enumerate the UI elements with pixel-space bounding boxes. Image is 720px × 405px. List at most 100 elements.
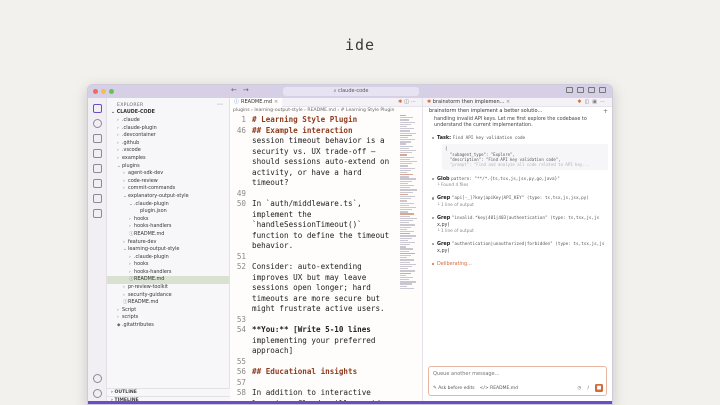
- remote-explorer-icon[interactable]: [92, 179, 102, 188]
- tool-step[interactable]: Grep "api[-_]?key|apiKey|API_KEY" (type:…: [423, 195, 612, 209]
- stop-button[interactable]: ■: [595, 384, 603, 392]
- extensions-icon[interactable]: [92, 164, 102, 173]
- tree-item[interactable]: › hooks-handlers: [107, 223, 229, 231]
- tool-step[interactable]: Glob pattern: "**/*.{ts,tsx,js,jsx,py,go…: [423, 176, 612, 190]
- tool-step[interactable]: Grep "authentication|unauthorized|forbid…: [423, 241, 612, 255]
- source-control-icon[interactable]: [92, 134, 102, 143]
- edit-mode-label: Ask before edits: [438, 385, 475, 391]
- tree-item-label: hooks: [134, 261, 149, 268]
- explorer-icon[interactable]: [92, 104, 102, 113]
- tool-step[interactable]: Grep "invalid.*key|401|403|authenticatio…: [423, 215, 612, 235]
- tree-item[interactable]: › Script: [107, 307, 229, 315]
- close-window-button[interactable]: [93, 89, 98, 94]
- tree-item[interactable]: ⌄.claude-plugin: [107, 201, 229, 209]
- minimap-line: [400, 125, 408, 128]
- accounts-icon[interactable]: [93, 374, 102, 383]
- status-dot: [432, 177, 435, 181]
- line-content: session timeout behavior is a: [252, 136, 385, 145]
- tree-item[interactable]: › .vscode: [107, 147, 229, 155]
- run-debug-icon[interactable]: [92, 149, 102, 158]
- tree-item[interactable]: ◆ .gitattributes: [107, 322, 229, 330]
- breadcrumb[interactable]: plugins › learning-output-style › README…: [230, 107, 422, 115]
- back-arrow-icon[interactable]: ←: [231, 86, 237, 94]
- tree-item[interactable]: › .claude-plugin: [107, 125, 229, 133]
- maximize-window-button[interactable]: [109, 89, 114, 94]
- toggle-secondary-sidebar-icon[interactable]: [588, 87, 595, 93]
- line-number: [230, 283, 252, 294]
- tree-item[interactable]: › feature-dev: [107, 239, 229, 247]
- tree-item[interactable]: ⓘREADME.md: [107, 276, 229, 285]
- tree-item[interactable]: › security-guidance: [107, 292, 229, 300]
- tree-item-label: pr-review-toolkit: [128, 284, 168, 291]
- tool-name: Glob: [437, 175, 450, 182]
- tree-item[interactable]: ⓘREADME.md: [107, 299, 229, 307]
- message-input[interactable]: [433, 370, 583, 378]
- line-number: 54: [236, 325, 246, 334]
- new-chat-plus-icon[interactable]: +: [603, 107, 608, 116]
- close-tab-icon[interactable]: ×: [506, 99, 510, 105]
- line-content: might frustrate active users.: [252, 304, 385, 313]
- tree-item[interactable]: › code-review: [107, 178, 229, 186]
- outline-section[interactable]: › OUTLINE: [107, 388, 230, 396]
- tree-item[interactable]: › scripts: [107, 314, 229, 322]
- code-line: should sessions auto-extend on: [230, 157, 400, 168]
- tree-item[interactable]: ⓘREADME.md: [107, 231, 229, 239]
- task-step[interactable]: Task: Find API key validation code { "su…: [423, 135, 612, 170]
- more-actions-icon[interactable]: ⋯: [600, 99, 608, 105]
- claude-icon[interactable]: [92, 209, 102, 218]
- tree-item[interactable]: › .claude-plugin: [107, 254, 229, 262]
- tree-item[interactable]: ⌄plugins: [107, 163, 229, 171]
- toggle-panel-icon[interactable]: [577, 87, 584, 93]
- attached-file-chip[interactable]: </> README.md: [480, 386, 518, 391]
- search-icon[interactable]: [92, 119, 102, 128]
- claude-spark-icon[interactable]: ✱: [577, 99, 584, 105]
- forward-arrow-icon[interactable]: →: [243, 86, 249, 94]
- tab-readme[interactable]: ⓘ README.md ×: [230, 97, 283, 107]
- tree-item[interactable]: › .github: [107, 140, 229, 148]
- toggle-sidebar-icon[interactable]: [566, 87, 573, 93]
- more-actions-icon[interactable]: ⋯: [411, 99, 418, 105]
- lock-icon[interactable]: ▣: [592, 99, 600, 105]
- minimize-window-button[interactable]: [101, 89, 106, 94]
- edit-mode-toggle[interactable]: ✎ Ask before edits: [433, 386, 475, 391]
- history-icon[interactable]: ◷: [578, 386, 582, 391]
- tree-item[interactable]: › .devcontainer: [107, 132, 229, 140]
- command-center-search[interactable]: ⌕ claude-code: [283, 87, 419, 96]
- code-view[interactable]: 1 # Learning Style Plugin 46 ## Example int…: [230, 115, 400, 404]
- close-tab-icon[interactable]: ×: [274, 98, 278, 107]
- tree-item[interactable]: › commit-commands: [107, 185, 229, 193]
- minimap-line: [400, 244, 411, 246]
- tree-item[interactable]: plugin.json: [107, 208, 229, 216]
- chat-tab-label[interactable]: brainstorm then implemen...: [433, 99, 505, 105]
- minimap-line: [400, 259, 414, 261]
- tool-args: "authentication|unauthorized|forbidden" …: [451, 241, 605, 247]
- tree-item[interactable]: › agent-sdk-dev: [107, 170, 229, 178]
- split-editor-icon[interactable]: ◫: [404, 99, 411, 105]
- minimap-line: [400, 248, 413, 250]
- code-line: 58 In addition to interactive: [230, 388, 400, 399]
- workspace-root[interactable]: ⌄ CLAUDE-CODE: [107, 110, 229, 117]
- line-number: [230, 220, 252, 231]
- tree-item[interactable]: › hooks-handlers: [107, 269, 229, 277]
- tool-args: pattern: "**/*.{ts,tsx,js,jsx,py,go,java…: [451, 176, 560, 182]
- testing-icon[interactable]: [92, 194, 102, 203]
- tool-result: └ Found 4 files: [437, 183, 469, 189]
- tree-item[interactable]: › .claude: [107, 117, 229, 125]
- code-line: 51: [230, 252, 400, 263]
- slash-command-icon[interactable]: /: [587, 386, 589, 391]
- conversation-title[interactable]: brainstorm then implement a better solut…: [429, 108, 542, 114]
- tree-item[interactable]: › hooks: [107, 216, 229, 224]
- task-box-line: "prompt": "Find and analyze all code rel…: [445, 162, 590, 168]
- tree-item-label: .gitattributes: [122, 322, 154, 329]
- tree-item[interactable]: › hooks: [107, 261, 229, 269]
- minimap[interactable]: [400, 115, 418, 404]
- tree-item-label: plugin.json: [140, 208, 167, 215]
- tree-item[interactable]: ⌄learning-output-style: [107, 246, 229, 254]
- tree-item[interactable]: › pr-review-toolkit: [107, 284, 229, 292]
- customize-layout-icon[interactable]: [599, 87, 606, 93]
- more-actions-icon[interactable]: ⋯: [217, 101, 223, 108]
- tree-item[interactable]: ⌄explanatory-output-style: [107, 193, 229, 201]
- tree-item[interactable]: › examples: [107, 155, 229, 163]
- settings-gear-icon[interactable]: [93, 389, 102, 398]
- minimap-line: [400, 215, 411, 217]
